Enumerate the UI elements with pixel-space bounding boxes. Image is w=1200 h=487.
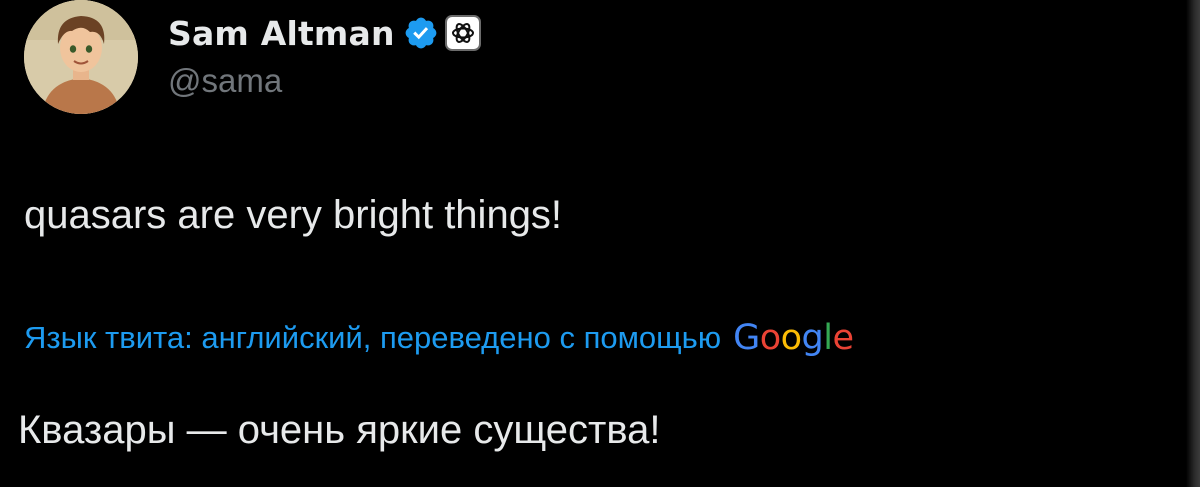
avatar-illustration bbox=[24, 0, 138, 114]
username-handle[interactable]: @sama bbox=[168, 62, 481, 100]
translation-label: Язык твита: английский, переведено с пом… bbox=[24, 320, 722, 355]
avatar[interactable] bbox=[24, 0, 138, 114]
display-name[interactable]: Sam Altman bbox=[168, 14, 395, 53]
translation-note[interactable]: Язык твита: английский, переведено с пом… bbox=[24, 318, 854, 358]
tweet: Sam Altman @sama quasars are very bright… bbox=[0, 0, 1200, 487]
scrollbar-edge bbox=[1186, 0, 1200, 487]
openai-logo-icon[interactable] bbox=[444, 15, 481, 51]
google-letter: o bbox=[780, 318, 802, 358]
google-letter: l bbox=[823, 318, 833, 358]
translated-text: Квазары — очень яркие существа! bbox=[18, 408, 661, 452]
tweet-text: quasars are very bright things! bbox=[24, 193, 563, 237]
google-letter: o bbox=[759, 318, 781, 358]
tweet-header: Sam Altman @sama bbox=[168, 10, 481, 100]
google-letter: G bbox=[733, 318, 760, 358]
verified-check-icon[interactable] bbox=[403, 15, 439, 51]
google-letter: g bbox=[801, 318, 824, 358]
google-logo: Google bbox=[733, 318, 855, 358]
name-row: Sam Altman bbox=[168, 10, 481, 56]
google-letter: e bbox=[832, 318, 855, 358]
openai-knot-icon bbox=[451, 23, 474, 43]
